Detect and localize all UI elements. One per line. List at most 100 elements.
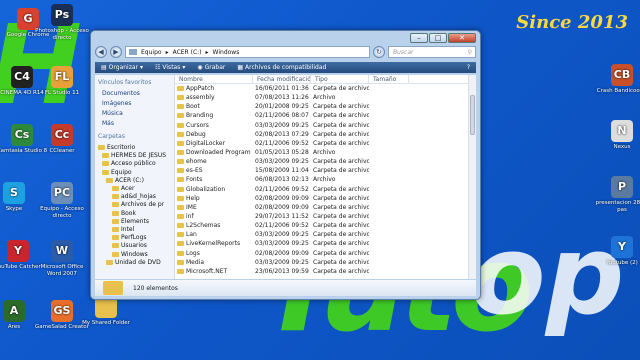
cell-size xyxy=(369,139,409,148)
tree-item[interactable]: Unidad de DVD xyxy=(98,259,171,267)
cell-text: 06/08/2013 02:13 ... xyxy=(255,176,311,184)
tree-item[interactable]: Equipo xyxy=(98,169,171,177)
tree-item[interactable]: ad&d_hojas xyxy=(98,193,171,201)
compat-files-button[interactable]: ▦ Archivos de compatibilidad xyxy=(237,64,326,71)
status-bar: 120 elementos xyxy=(95,280,476,296)
folder-icon xyxy=(112,243,119,249)
cell-text: Cursors xyxy=(186,121,209,129)
breadcrumb-acer[interactable]: ACER (C:) xyxy=(173,49,202,56)
table-row[interactable]: assembly 07/08/2013 11:26 ... Archivo xyxy=(175,93,476,102)
icon-crash-bandicoot[interactable]: CB Crash Bandicoot 3 xyxy=(594,64,640,95)
cell-size xyxy=(369,258,409,267)
table-row[interactable]: AppPatch 16/06/2011 01:36 ... Carpeta de a… xyxy=(175,84,476,93)
table-row[interactable]: Cursors 03/03/2009 09:25 a...Carpeta de a… xyxy=(175,121,476,130)
window-content: Vínculos favoritos Documentos Imágenes Mús… xyxy=(95,75,476,279)
desktop-icon-label: CCleaner xyxy=(49,148,75,154)
favorite-link[interactable]: Música xyxy=(98,109,171,119)
icon-shared-folder[interactable]: My Shared Folder xyxy=(78,296,134,327)
cell-date: 02/08/2009 09:09 ... xyxy=(253,249,311,258)
table-row[interactable]: Globalization 02/11/2006 09:52 a...Carpet… xyxy=(175,185,476,194)
table-row[interactable]: Branding 02/11/2006 08:07 ... Carpeta de a… xyxy=(175,111,476,120)
icon-youtube-right[interactable]: Y Youtube (2) xyxy=(594,236,640,267)
folders-header[interactable]: Carpetas xyxy=(98,133,171,140)
table-row[interactable]: DigitalLocker 02/11/2006 09:52 a...Carpet… xyxy=(175,139,476,148)
cell-type: Carpeta de archivos xyxy=(311,121,369,130)
favorite-link[interactable]: Más xyxy=(98,119,171,129)
cell-size xyxy=(369,194,409,203)
favorite-link[interactable]: Documentos xyxy=(98,89,171,99)
table-row[interactable]: Logs 02/08/2009 09:09 ... Carpeta de archi… xyxy=(175,249,476,258)
breadcrumb-windows[interactable]: Windows xyxy=(213,49,240,56)
tree-item[interactable]: Elements xyxy=(98,218,171,226)
help-icon[interactable]: ? xyxy=(467,64,470,71)
minimize-button[interactable]: – xyxy=(410,33,428,43)
table-row[interactable]: IME 02/08/2009 09:09 ... Carpeta de archiv… xyxy=(175,203,476,212)
column-date[interactable]: Fecha modificación xyxy=(253,75,311,83)
cell-text: Carpeta de archivos xyxy=(313,103,369,111)
maximize-button[interactable]: □ xyxy=(429,33,447,43)
icon-presentacion[interactable]: Ppresentacion 286 c pas xyxy=(594,176,640,213)
cell-date: 06/08/2013 02:13 ... xyxy=(253,175,311,184)
table-row[interactable]: Debug 02/08/2013 07:29 ... Carpeta de arch… xyxy=(175,130,476,139)
table-row[interactable]: Microsoft.NET 23/06/2013 09:59 ... Carpeta… xyxy=(175,267,476,276)
desktop-icon-label: Equipo - Acceso directo xyxy=(40,206,84,219)
tree-item[interactable]: Windows xyxy=(98,251,171,259)
tree-item[interactable]: HERMES DE JESUS xyxy=(98,152,171,160)
table-row[interactable]: Media 03/03/2009 09:25 a...Carpeta de arc… xyxy=(175,258,476,267)
table-row[interactable]: ehome 03/03/2009 09:25 a...Carpeta de arc… xyxy=(175,157,476,166)
tree-item-label: Acceso público xyxy=(111,160,156,168)
forward-arrow-icon[interactable]: ▶ xyxy=(110,46,122,58)
tree-item[interactable]: Archivos de pr xyxy=(98,201,171,209)
icon-flstudio[interactable]: FL FL Studio 11 xyxy=(34,66,90,97)
icon-nexus[interactable]: N Nexus xyxy=(594,120,640,151)
tree-item[interactable]: Usuarios xyxy=(98,242,171,250)
icon-photoshop[interactable]: Ps Photoshop - Acceso directo xyxy=(34,4,90,41)
tree-item[interactable]: PerfLogs xyxy=(98,234,171,242)
cell-date: 07/08/2013 11:26 ... xyxy=(253,93,311,102)
cell-type: Carpeta de archivos xyxy=(311,249,369,258)
tree-item[interactable]: Intel xyxy=(98,226,171,234)
column-size[interactable]: Tamaño xyxy=(369,75,409,83)
tree-item[interactable]: Book xyxy=(98,210,171,218)
cell-text: Carpeta de archivos xyxy=(313,249,369,257)
column-name[interactable]: Nombre xyxy=(175,75,253,83)
table-row[interactable]: es-ES 15/08/2009 11:04 ... Carpeta de arch… xyxy=(175,166,476,175)
icon-word[interactable]: W Microsoft Office Word 2007 xyxy=(34,240,90,277)
cell-date: 03/03/2009 09:25 a... xyxy=(253,230,311,239)
favorites-header: Vínculos favoritos xyxy=(98,79,152,86)
desktop-icon-label: Photoshop - Acceso directo xyxy=(35,28,89,41)
tree-item[interactable]: Acceso público xyxy=(98,160,171,168)
organize-button[interactable]: ▤ Organizar ▾ xyxy=(101,64,143,71)
vertical-scrollbar[interactable] xyxy=(468,75,476,279)
table-row[interactable]: Lan 03/03/2009 09:25 a...Carpeta de archi… xyxy=(175,230,476,239)
icon-ccleaner[interactable]: Cc CCleaner xyxy=(34,124,90,155)
table-row[interactable]: inf 29/07/2013 11:52 ... Carpeta de archiv… xyxy=(175,212,476,221)
tree-item[interactable]: Escritorio xyxy=(98,144,171,152)
address-bar[interactable]: Equipo ▸ ACER (C:) ▸ Windows xyxy=(125,46,370,58)
breadcrumb-equipo[interactable]: Equipo xyxy=(141,49,162,56)
tree-item-label: Equipo xyxy=(111,168,132,176)
search-input[interactable]: Buscar ⚲ xyxy=(388,46,476,58)
column-type[interactable]: Tipo xyxy=(311,75,369,83)
table-row[interactable]: Fonts 06/08/2013 02:13 ... Archivo xyxy=(175,175,476,184)
scrollbar-thumb[interactable] xyxy=(470,95,475,135)
tree-item[interactable]: Acer xyxy=(98,185,171,193)
close-button[interactable]: ✕ xyxy=(448,33,476,43)
favorite-link[interactable]: Imágenes xyxy=(98,99,171,109)
cell-text: Fonts xyxy=(186,176,203,184)
back-arrow-icon[interactable]: ◀ xyxy=(95,46,107,58)
views-button[interactable]: ☷ Vistas ▾ xyxy=(155,64,185,71)
explorer-window[interactable]: – □ ✕ ◀ ▶ Equipo ▸ ACER (C:) ▸ Windows ↻… xyxy=(90,30,481,300)
table-row[interactable]: Help 02/08/2009 09:09 ... Carpeta de archi… xyxy=(175,194,476,203)
table-row[interactable]: L2Schemas 02/11/2006 09:52 a...Carpeta de… xyxy=(175,221,476,230)
table-row[interactable]: Downloaded Program ... 01/05/2013 05:28 .… xyxy=(175,148,476,157)
burn-button[interactable]: ◉ Grabar xyxy=(197,64,225,71)
cell-text: Help xyxy=(186,194,200,202)
desktop-icon-label: presentacion 286 c pas xyxy=(595,200,640,213)
refresh-icon[interactable]: ↻ xyxy=(373,46,385,58)
icon-flstudio-glyph-icon: FL xyxy=(51,66,73,88)
table-row[interactable]: Boot 20/01/2008 09:25 ... Carpeta de archi… xyxy=(175,102,476,111)
icon-equipo[interactable]: PC Equipo - Acceso directo xyxy=(34,182,90,219)
tree-item[interactable]: ACER (C:) xyxy=(98,177,171,185)
table-row[interactable]: LiveKernelReports 03/03/2009 09:25 a...Ca… xyxy=(175,239,476,248)
